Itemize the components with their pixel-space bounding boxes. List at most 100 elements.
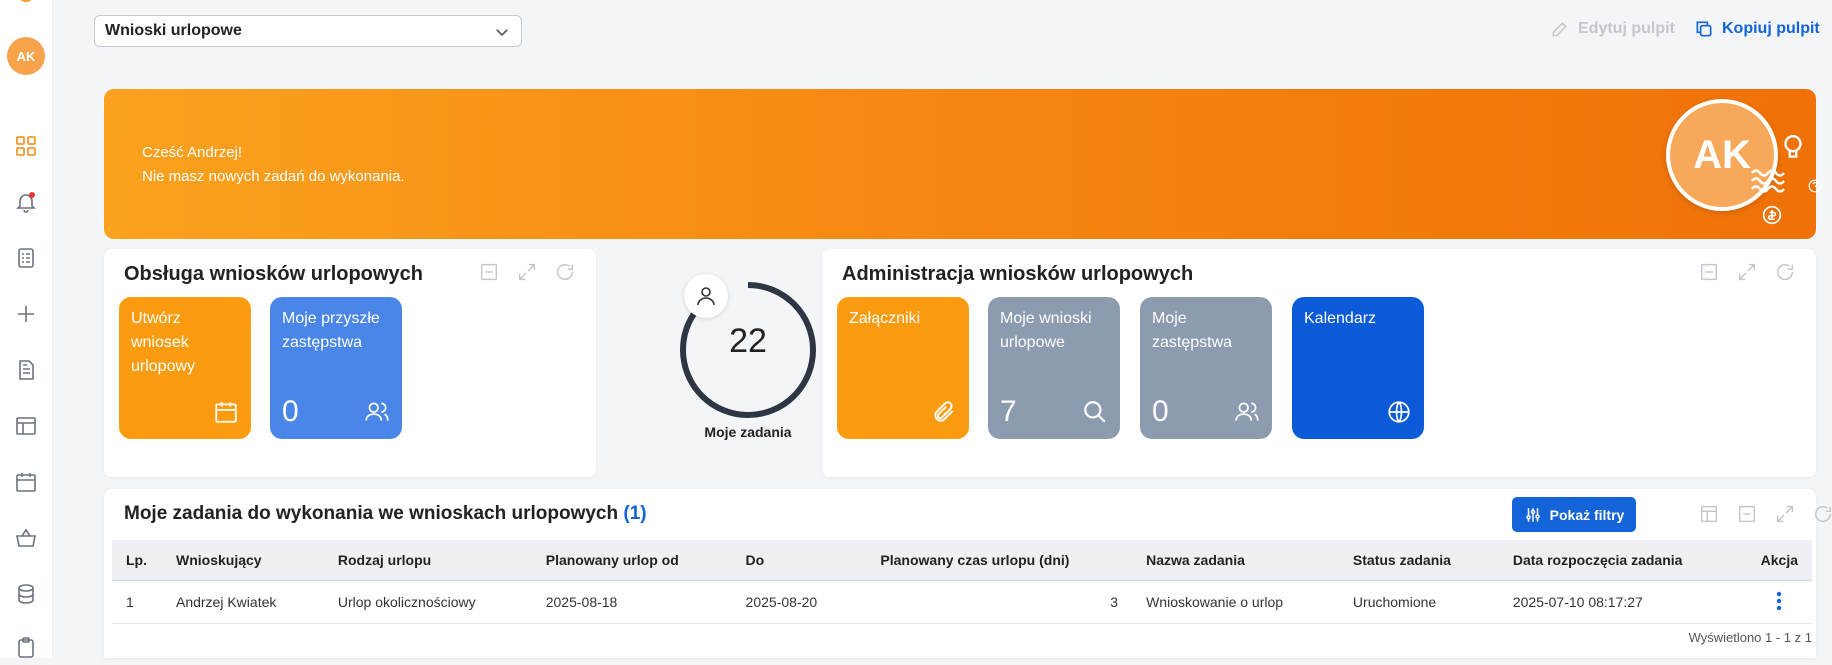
expand-icon[interactable]	[1736, 261, 1758, 283]
future-substitutions-tile[interactable]: Moje przyszłe zastępstwa 0	[270, 297, 402, 439]
column-header-leave-type[interactable]: Rodzaj urlopu	[323, 540, 532, 581]
tasks-table-count: (1)	[623, 503, 647, 524]
calendar-tile[interactable]: Kalendarz	[1292, 297, 1424, 439]
help-icon	[1808, 179, 1822, 193]
column-header-leave-from[interactable]: Planowany urlop od	[531, 540, 732, 581]
service-card-tools	[478, 261, 576, 283]
search-icon	[1084, 401, 1106, 423]
attachments-label: Załączniki	[849, 310, 921, 327]
database-icon[interactable]	[14, 582, 38, 606]
layout-icon[interactable]	[14, 414, 38, 438]
show-filters-label: Pokaż filtry	[1549, 506, 1625, 523]
wave-icon	[1751, 169, 1785, 193]
cell-leave-to: 2025-08-20	[731, 580, 867, 624]
tasks-table: Lp. Wnioskujący Rodzaj urlopu Planowany …	[112, 540, 1812, 624]
column-header-requester[interactable]: Wnioskujący	[161, 540, 324, 581]
welcome-message: Cześć Andrzej! Nie masz nowych zadań do …	[142, 141, 405, 189]
tasks-table-tools	[1698, 503, 1832, 525]
create-request-tile[interactable]: Utwórz wniosek urlopowy	[119, 297, 251, 439]
admin-card-title: Administracja wniosków urlopowych	[842, 263, 1194, 285]
chevron-down-icon	[493, 23, 511, 46]
tasks-table-title-text: Moje zadania do wykonania we wnioskach u…	[124, 503, 619, 524]
future-substitutions-label: Moje przyszłe zastępstwa	[282, 310, 380, 351]
globe-icon	[1388, 401, 1410, 423]
filter-sliders-icon	[1525, 507, 1540, 522]
minimize-icon[interactable]	[478, 261, 500, 283]
tasks-table-title: Moje zadania do wykonania we wnioskach u…	[124, 503, 647, 525]
edit-dashboard-label: Edytuj pulpit	[1578, 20, 1675, 37]
cell-leave-type: Urlop okolicznościowy	[323, 580, 532, 624]
lightbulb-icon	[1784, 135, 1802, 158]
calendar-icon[interactable]	[14, 470, 38, 494]
refresh-icon[interactable]	[554, 261, 576, 283]
logo-fragment	[20, 0, 32, 2]
no-tasks-text: Nie masz nowych zadań do wykonania.	[142, 168, 405, 185]
column-header-task-status[interactable]: Status zadania	[1338, 540, 1499, 581]
banner-avatar-initials: AK	[1693, 132, 1751, 177]
cell-leave-from: 2025-08-18	[531, 580, 732, 624]
pencil-icon	[1552, 22, 1567, 37]
dashboard-select[interactable]: Wnioski urlopowe	[94, 15, 522, 47]
calendar-icon	[215, 402, 237, 423]
sidebar: AK	[0, 0, 53, 658]
calendar-label: Kalendarz	[1304, 310, 1377, 327]
minimize-icon[interactable]	[1736, 503, 1758, 525]
document-icon[interactable]	[14, 358, 38, 382]
pagination-info: Wyświetlono 1 - 1 z 1	[1688, 630, 1812, 645]
welcome-banner: Cześć Andrzej! Nie masz nowych zadań do …	[104, 89, 1822, 239]
service-card: Obsługa wniosków urlopowych Utwórz wnios…	[104, 249, 596, 477]
my-substitutions-count: 0	[1152, 395, 1169, 428]
coin-icon	[1762, 205, 1782, 225]
columns-icon[interactable]	[1698, 503, 1720, 525]
task-list-icon[interactable]	[14, 246, 38, 270]
column-header-task-name[interactable]: Nazwa zadania	[1132, 540, 1339, 581]
future-substitutions-count: 0	[282, 395, 299, 428]
plus-icon[interactable]	[14, 302, 38, 326]
attachments-tile[interactable]: Załączniki	[837, 297, 969, 439]
tasks-count[interactable]: 22	[668, 322, 828, 361]
column-header-duration[interactable]: Planowany czas urlopu (dni)	[866, 540, 1133, 581]
clipboard-icon[interactable]	[14, 636, 38, 660]
copy-icon	[1696, 21, 1712, 37]
cell-requester: Andrzej Kwiatek	[161, 580, 324, 624]
column-header-leave-to[interactable]: Do	[731, 540, 867, 581]
column-header-lp[interactable]: Lp.	[112, 540, 162, 581]
user-icon	[684, 274, 728, 318]
cell-task-status: Uruchomione	[1338, 580, 1499, 624]
table-header-row: Lp. Wnioskujący Rodzaj urlopu Planowany …	[112, 540, 1812, 581]
cell-duration: 3	[866, 580, 1133, 624]
create-request-label: Utwórz wniosek urlopowy	[131, 310, 196, 375]
service-card-title: Obsługa wniosków urlopowych	[124, 263, 423, 285]
kebab-menu-icon[interactable]	[1776, 591, 1782, 611]
paperclip-icon	[934, 401, 954, 422]
dashboard-select-value: Wnioski urlopowe	[105, 22, 242, 39]
main-area: Wnioski urlopowe Edytuj pulpit Kopiuj pu…	[52, 0, 1832, 658]
refresh-icon[interactable]	[1812, 503, 1832, 525]
minimize-icon[interactable]	[1698, 261, 1720, 283]
basket-icon[interactable]	[14, 526, 38, 550]
cell-lp: 1	[112, 580, 162, 624]
users-icon	[1235, 402, 1259, 421]
my-substitutions-label: Moje zastępstwa	[1152, 310, 1233, 351]
expand-icon[interactable]	[1774, 503, 1796, 525]
dashboard-icon[interactable]	[14, 134, 38, 158]
admin-card: Administracja wniosków urlopowych Załącz…	[822, 249, 1816, 477]
edit-dashboard-button[interactable]: Edytuj pulpit	[1550, 19, 1675, 39]
copy-dashboard-button[interactable]: Kopiuj pulpit	[1694, 19, 1820, 39]
tasks-gauge-label: Moje zadania	[704, 424, 792, 440]
my-requests-label: Moje wnioski urlopowe	[1000, 310, 1092, 351]
table-row[interactable]: 1 Andrzej Kwiatek Urlop okolicznościowy …	[112, 580, 1812, 624]
column-header-task-start[interactable]: Data rozpoczęcia zadania	[1498, 540, 1747, 581]
copy-dashboard-label: Kopiuj pulpit	[1722, 20, 1820, 37]
column-header-action: Akcja	[1746, 540, 1812, 581]
refresh-icon[interactable]	[1774, 261, 1796, 283]
admin-card-tools	[1698, 261, 1796, 283]
user-avatar[interactable]: AK	[7, 37, 45, 75]
expand-icon[interactable]	[516, 261, 538, 283]
my-requests-tile[interactable]: Moje wnioski urlopowe 7	[988, 297, 1120, 439]
cell-action	[1746, 580, 1812, 624]
my-substitutions-tile[interactable]: Moje zastępstwa 0	[1140, 297, 1272, 439]
show-filters-button[interactable]: Pokaż filtry	[1512, 497, 1636, 532]
cell-task-start: 2025-07-10 08:17:27	[1498, 580, 1747, 624]
bell-icon[interactable]	[14, 190, 38, 214]
